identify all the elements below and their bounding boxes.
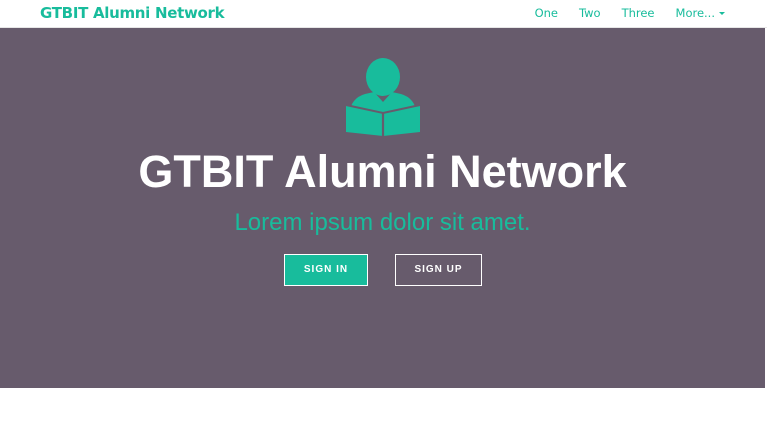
caret-down-icon — [719, 12, 725, 15]
hero-subtitle: Lorem ipsum dolor sit amet. — [234, 209, 531, 236]
sign-up-button[interactable]: SIGN UP — [395, 254, 482, 286]
brand-link[interactable]: GTBIT Alumni Network — [40, 4, 225, 22]
nav-dropdown-label: More... — [675, 6, 715, 20]
navbar: GTBIT Alumni Network One Two Three More.… — [0, 0, 767, 28]
hero-section: GTBIT Alumni Network Lorem ipsum dolor s… — [0, 28, 765, 388]
nav-link-three[interactable]: Three — [622, 6, 655, 20]
nav-link-one[interactable]: One — [535, 6, 558, 20]
nav-dropdown-more[interactable]: More... — [676, 6, 725, 20]
sign-in-button[interactable]: SIGN IN — [284, 254, 368, 286]
hero-title: GTBIT Alumni Network — [138, 146, 627, 197]
reader-icon — [345, 58, 421, 136]
nav-links: One Two Three More... — [514, 6, 725, 20]
nav-link-two[interactable]: Two — [579, 6, 601, 20]
